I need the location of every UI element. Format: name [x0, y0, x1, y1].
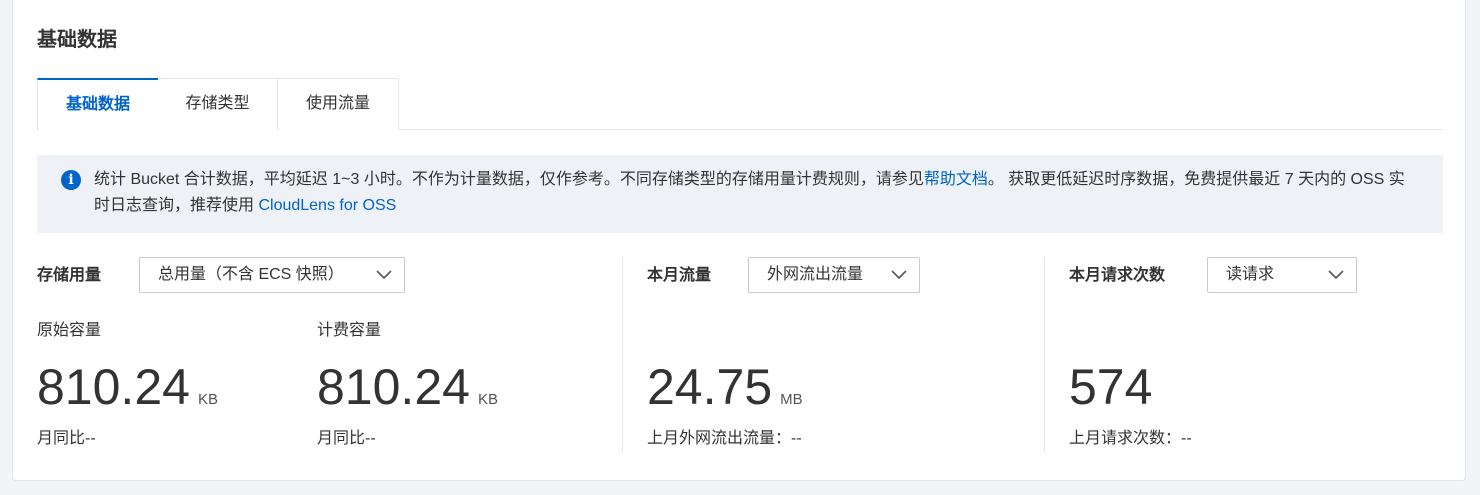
traffic-last-month: 上月外网流出流量：-- — [647, 430, 802, 447]
storage-section: 存储用量 总用量（不含 ECS 快照） 原始容量 810.24 KB 月同比-- … — [37, 257, 622, 452]
raw-capacity-compare: 月同比-- — [37, 430, 96, 447]
chevron-down-icon — [891, 270, 907, 280]
tab-storage-type[interactable]: 存储类型 — [158, 78, 278, 130]
traffic-value: 24.75 MB — [647, 359, 803, 415]
raw-capacity-value: 810.24 KB — [37, 359, 218, 415]
traffic-select-value: 外网流出流量 — [767, 266, 864, 283]
traffic-label: 本月流量 — [647, 267, 712, 284]
requests-select[interactable]: 读请求 — [1207, 257, 1357, 293]
billed-capacity-unit: KB — [477, 391, 498, 408]
cloudlens-link[interactable]: CloudLens for OSS — [258, 197, 396, 214]
tab-basic-data[interactable]: 基础数据 — [37, 78, 159, 131]
requests-section: 本月请求次数 读请求 574 上月请求次数：-- — [1069, 257, 1449, 452]
raw-capacity-unit: KB — [197, 391, 218, 408]
traffic-section: 本月流量 外网流出流量 24.75 MB 上月外网流出流量：-- — [647, 257, 1042, 452]
requests-value: 574 — [1069, 359, 1153, 415]
section-divider — [622, 257, 623, 452]
requests-label: 本月请求次数 — [1069, 267, 1166, 284]
card-title: 基础数据 — [37, 29, 117, 51]
billed-capacity-label: 计费容量 — [317, 322, 382, 339]
requests-select-value: 读请求 — [1226, 266, 1275, 283]
raw-capacity-label: 原始容量 — [37, 322, 102, 339]
requests-last-month: 上月请求次数：-- — [1069, 430, 1192, 447]
billed-capacity-value: 810.24 KB — [317, 359, 498, 415]
tab-bar: 基础数据 存储类型 使用流量 — [37, 78, 1443, 131]
info-icon: i — [61, 170, 81, 190]
traffic-select[interactable]: 外网流出流量 — [748, 257, 920, 293]
storage-label: 存储用量 — [37, 267, 102, 284]
tab-traffic-usage[interactable]: 使用流量 — [277, 78, 399, 130]
notice-text-1: 统计 Bucket 合计数据，平均延迟 1~3 小时。不作为计量数据，仅作参考。… — [94, 171, 924, 188]
chevron-down-icon — [1328, 270, 1344, 280]
traffic-unit: MB — [780, 391, 803, 408]
basic-data-card: 基础数据 基础数据 存储类型 使用流量 i 统计 Bucket 合计数据，平均延… — [12, 0, 1466, 481]
section-divider — [1044, 257, 1045, 452]
info-notice: i 统计 Bucket 合计数据，平均延迟 1~3 小时。不作为计量数据，仅作参… — [37, 155, 1443, 233]
storage-select-value: 总用量（不含 ECS 快照） — [158, 266, 344, 283]
chevron-down-icon — [376, 270, 392, 280]
storage-select[interactable]: 总用量（不含 ECS 快照） — [139, 257, 405, 293]
help-doc-link[interactable]: 帮助文档 — [924, 171, 988, 188]
billed-capacity-compare: 月同比-- — [317, 430, 376, 447]
